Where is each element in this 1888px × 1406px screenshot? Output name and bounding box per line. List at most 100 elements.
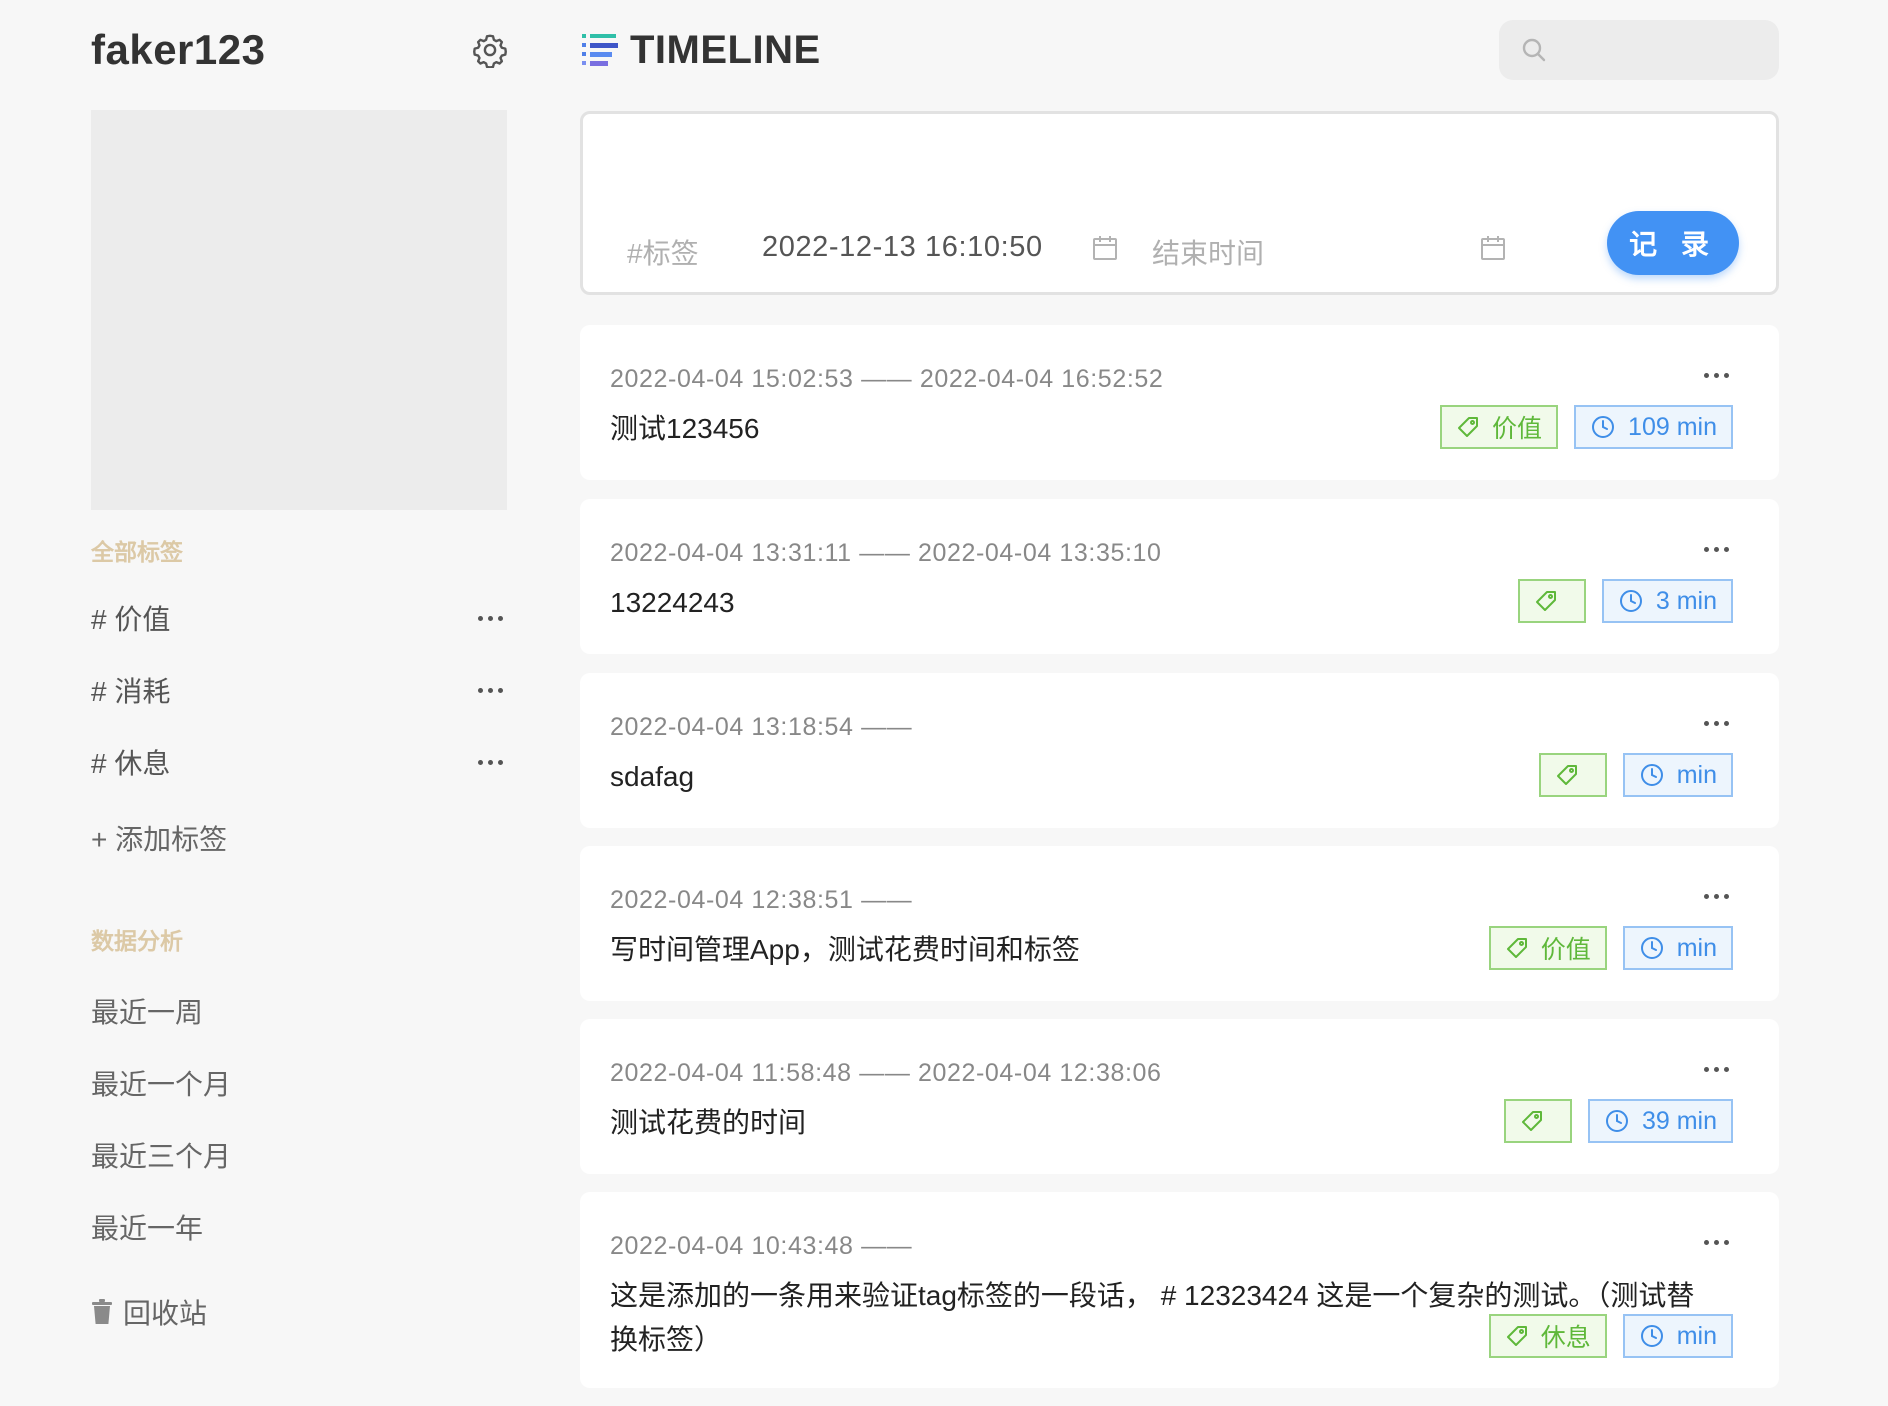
duration-label: 3 min [1655,586,1717,615]
analysis-link-month[interactable]: 最近一个月 [91,1063,231,1103]
entry-content: 测试123456 [610,413,760,444]
tag-icon [1506,1326,1527,1346]
duration-badge[interactable]: 109 min [1574,405,1733,449]
more-icon[interactable] [1704,373,1733,378]
avatar [91,110,507,510]
tag-label: 价值 [1492,415,1543,443]
sidebar-tag-jiazhi[interactable]: # 价值 [91,596,507,640]
calendar-icon[interactable] [1480,235,1506,261]
entry-badges: 价值 min [1488,926,1733,970]
more-icon[interactable] [478,687,507,693]
entry-content-line: 这是添加的一条用来验证tag标签的一段话， # 12323424 这是一个复杂的… [610,1280,1695,1311]
duration-label: min [1676,760,1717,789]
analysis-link-year[interactable]: 最近一年 [91,1207,203,1247]
clock-icon [1619,590,1642,612]
tag-icon [1521,1111,1542,1131]
brand: TIMELINE [580,28,821,72]
sidebar-tag-label: # 休息 [91,748,171,779]
entry-time: 2022-04-04 13:18:54 —— [610,713,913,741]
tag-input[interactable]: #标签 [627,232,699,272]
tag-badge[interactable]: 价值 [1488,926,1607,970]
tag-badge[interactable] [1538,753,1607,797]
trash-label: 回收站 [123,1298,208,1329]
duration-badge[interactable]: 39 min [1587,1099,1733,1143]
entry-badges: 休息 min [1488,1314,1733,1358]
more-icon[interactable] [1704,1240,1733,1245]
timeline-entry[interactable]: 2022-04-04 12:38:51 —— 写时间管理App，测试花费时间和标… [580,846,1779,1001]
timeline-logo-icon [582,34,618,66]
more-icon[interactable] [1704,894,1733,899]
duration-badge[interactable]: min [1622,926,1733,970]
trash-icon [92,1299,112,1324]
clock-icon [1640,764,1663,786]
search-box[interactable] [1499,20,1779,80]
sidebar-tag-label: # 价值 [91,604,171,635]
start-time-field[interactable]: 2022-12-13 16:10:50 [762,231,1043,264]
sidebar-tag-xiaohao[interactable]: # 消耗 [91,668,507,712]
clock-icon [1640,1325,1663,1347]
entry-badges: 价值 109 min [1440,405,1733,449]
sidebar: faker123 全部标签 # 价值 # 消耗 # 休息 + 添加标签 数据分析… [0,0,560,1406]
clock-icon [1592,416,1615,438]
username: faker123 [91,26,266,73]
entry-badges: 39 min [1503,1099,1733,1143]
entry-time: 2022-04-04 10:43:48 —— [610,1232,913,1260]
more-icon[interactable] [1704,721,1733,726]
duration-badge[interactable]: 3 min [1601,579,1733,623]
tag-icon [1506,938,1527,958]
end-time-field[interactable]: 结束时间 [1152,232,1264,272]
tag-label: 价值 [1540,936,1591,964]
tags-section-title: 全部标签 [91,539,183,565]
gear-icon[interactable] [472,32,508,68]
record-composer: #标签 2022-12-13 16:10:50 结束时间 记 录 [580,111,1779,295]
entry-content: 写时间管理App，测试花费时间和标签 [610,934,1080,965]
page-title: TIMELINE [630,27,821,72]
duration-label: min [1676,1321,1717,1350]
tag-icon [1458,417,1479,437]
entry-content: sdafag [610,761,695,792]
app: faker123 全部标签 # 价值 # 消耗 # 休息 + 添加标签 数据分析… [0,0,1888,1406]
clock-icon [1605,1110,1628,1132]
analysis-link-three-months[interactable]: 最近三个月 [91,1135,231,1175]
duration-label: 109 min [1628,412,1717,441]
timeline-entry[interactable]: 2022-04-04 11:58:48 —— 2022-04-04 12:38:… [580,1019,1779,1174]
more-icon[interactable] [478,615,507,621]
duration-badge[interactable]: min [1622,1314,1733,1358]
duration-label: 39 min [1641,1106,1717,1135]
sidebar-tag-xiuxi[interactable]: # 休息 [91,740,507,784]
sidebar-tag-label: # 消耗 [91,676,171,707]
timeline-entry[interactable]: 2022-04-04 10:43:48 —— 这是添加的一条用来验证tag标签的… [580,1192,1779,1388]
analysis-section-title: 数据分析 [91,928,183,954]
entry-time: 2022-04-04 15:02:53 —— 2022-04-04 16:52:… [610,365,1164,393]
more-icon[interactable] [478,759,507,765]
search-input[interactable] [1557,36,1757,64]
duration-badge[interactable]: min [1622,753,1733,797]
tag-icon [1556,765,1577,785]
entry-content: 测试花费的时间 [610,1107,807,1138]
timeline-entry[interactable]: 2022-04-04 13:18:54 —— sdafag min [580,673,1779,828]
clock-icon [1640,937,1663,959]
tag-label: 休息 [1540,1324,1591,1352]
tag-badge[interactable] [1517,579,1586,623]
timeline-entry[interactable]: 2022-04-04 15:02:53 —— 2022-04-04 16:52:… [580,325,1779,480]
tag-badge[interactable]: 休息 [1488,1314,1607,1358]
more-icon[interactable] [1704,1067,1733,1072]
tag-badge[interactable]: 价值 [1440,405,1559,449]
entry-badges: min [1538,753,1733,797]
trash-link[interactable]: 回收站 [91,1292,207,1332]
analysis-link-week[interactable]: 最近一周 [91,991,203,1031]
duration-label: min [1676,933,1717,962]
add-tag-button[interactable]: + 添加标签 [91,818,227,858]
search-icon [1522,38,1546,62]
entry-content: 13224243 [610,587,735,618]
entry-time: 2022-04-04 11:58:48 —— 2022-04-04 12:38:… [610,1059,1162,1087]
entry-time: 2022-04-04 12:38:51 —— [610,886,913,914]
entry-time: 2022-04-04 13:31:11 —— 2022-04-04 13:35:… [610,539,1162,567]
record-button[interactable]: 记 录 [1607,211,1739,275]
entry-badges: 3 min [1517,579,1733,623]
calendar-icon[interactable] [1092,235,1118,261]
tag-icon [1535,591,1556,611]
tag-badge[interactable] [1503,1099,1572,1143]
more-icon[interactable] [1704,547,1733,552]
timeline-entry[interactable]: 2022-04-04 13:31:11 —— 2022-04-04 13:35:… [580,499,1779,654]
